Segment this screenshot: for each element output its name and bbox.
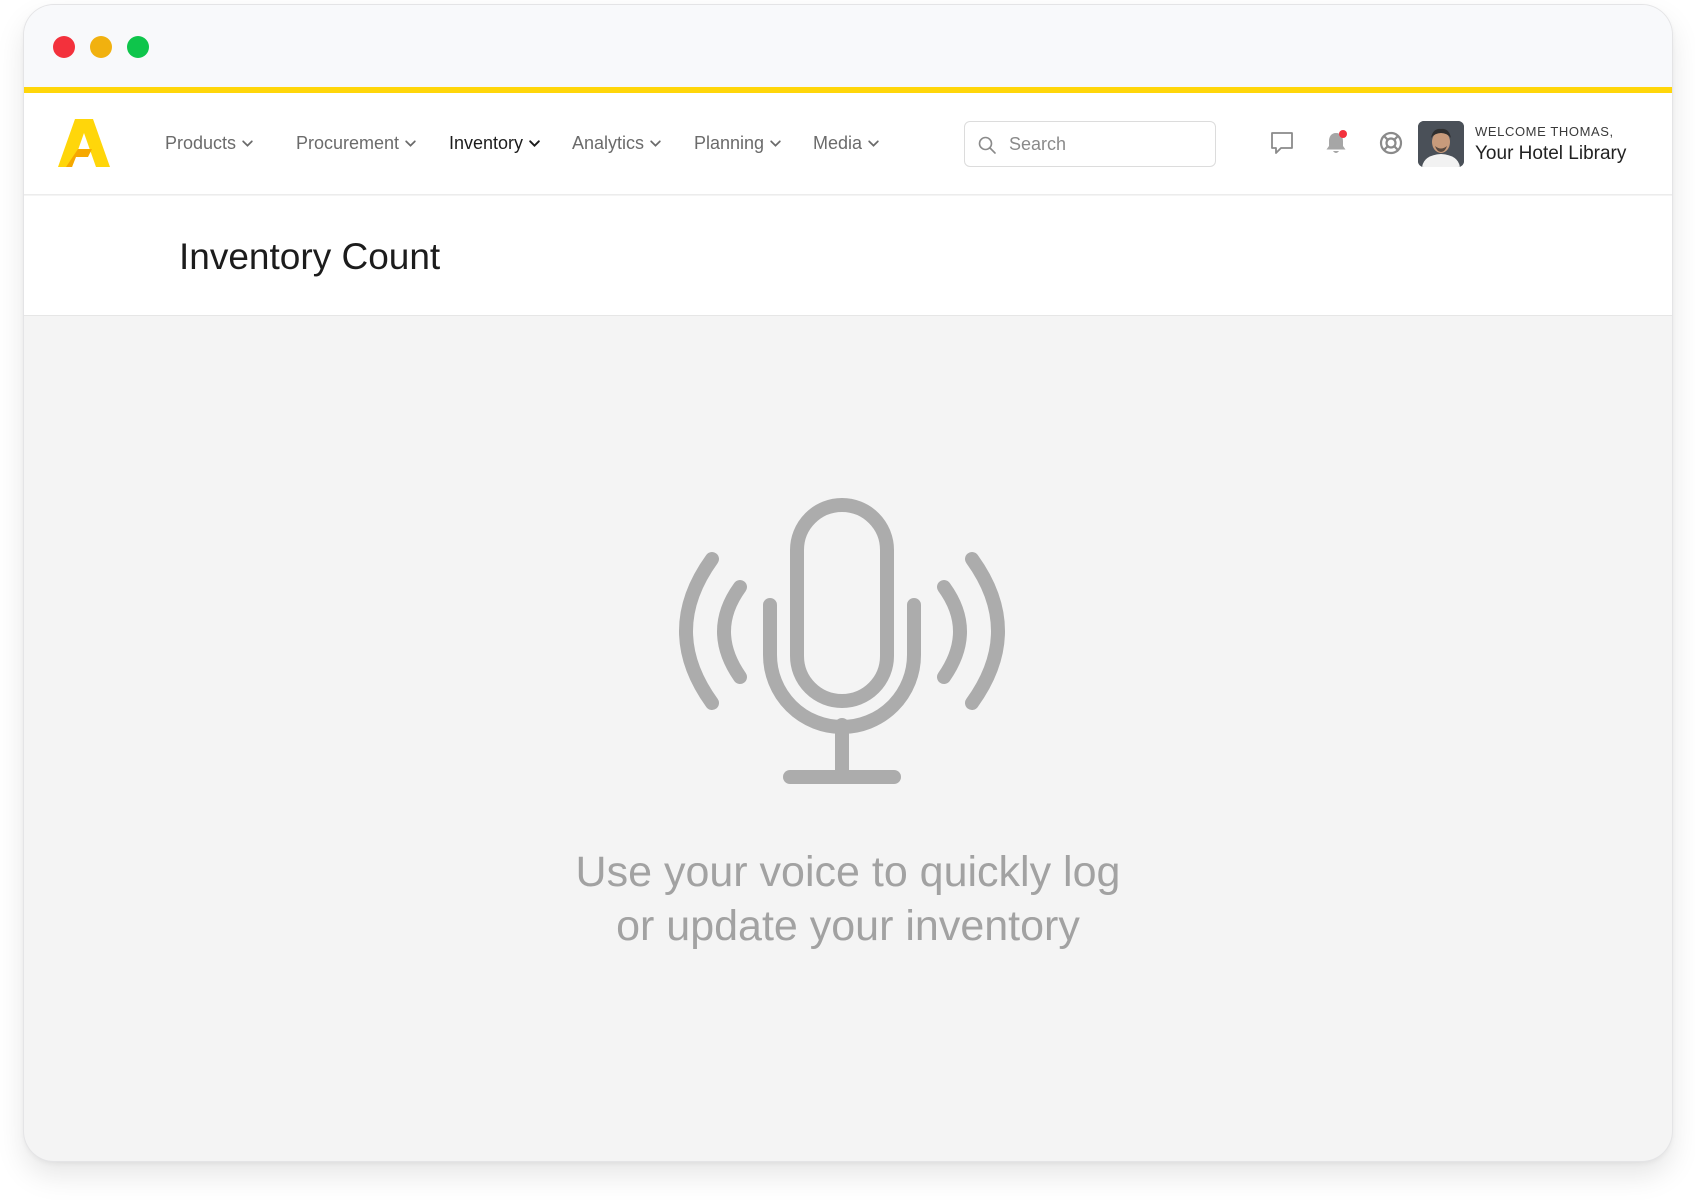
empty-state-line-2: or update your inventory	[616, 902, 1080, 950]
search-icon	[978, 136, 996, 154]
chevron-down-icon	[770, 139, 781, 147]
nav-item-label: Products	[165, 132, 237, 153]
close-window-button[interactable]	[53, 36, 75, 58]
nav-item-procurement[interactable]: Procurement	[296, 131, 417, 155]
nav-item-label: Procurement	[296, 132, 400, 153]
microphone-icon[interactable]	[672, 495, 1024, 801]
account-name[interactable]: Your Hotel Library	[1475, 143, 1626, 165]
search-box[interactable]	[964, 121, 1216, 167]
chat-icon[interactable]	[1268, 129, 1296, 157]
search-input[interactable]	[1009, 130, 1205, 158]
page-title: Inventory Count	[179, 236, 441, 277]
nav-item-label: Inventory	[449, 132, 524, 153]
nav-item-products[interactable]: Products	[165, 131, 254, 155]
top-navigation: Products Procurement Inventory Analytics…	[24, 93, 1672, 195]
chevron-down-icon	[868, 139, 879, 147]
maximize-window-button[interactable]	[127, 36, 149, 58]
welcome-text: WELCOME THOMAS,	[1475, 124, 1614, 139]
nav-item-inventory[interactable]: Inventory	[449, 131, 541, 155]
user-avatar-image	[1418, 121, 1464, 167]
minimize-window-button[interactable]	[90, 36, 112, 58]
nav-item-analytics[interactable]: Analytics	[572, 131, 662, 155]
user-avatar[interactable]	[1418, 121, 1464, 167]
nav-item-label: Media	[813, 132, 863, 153]
empty-state-message: Use your voice to quickly log or update …	[448, 845, 1248, 953]
nav-item-label: Planning	[694, 132, 765, 153]
chevron-down-icon	[529, 139, 540, 147]
bell-icon[interactable]	[1322, 129, 1350, 157]
notification-dot	[1339, 130, 1347, 138]
help-lifebuoy-icon[interactable]	[1377, 129, 1405, 157]
title-bar	[24, 5, 1672, 87]
page-header: Inventory Count	[24, 196, 1672, 316]
nav-item-label: Analytics	[572, 132, 645, 153]
empty-state-line-1: Use your voice to quickly log	[575, 848, 1121, 896]
chevron-down-icon	[405, 139, 416, 147]
nav-item-media[interactable]: Media	[813, 131, 880, 155]
app-window: Products Procurement Inventory Analytics…	[24, 5, 1672, 1161]
brand-logo-icon[interactable]	[58, 119, 110, 167]
chevron-down-icon	[242, 139, 253, 147]
nav-item-planning[interactable]: Planning	[694, 131, 782, 155]
chevron-down-icon	[650, 139, 661, 147]
